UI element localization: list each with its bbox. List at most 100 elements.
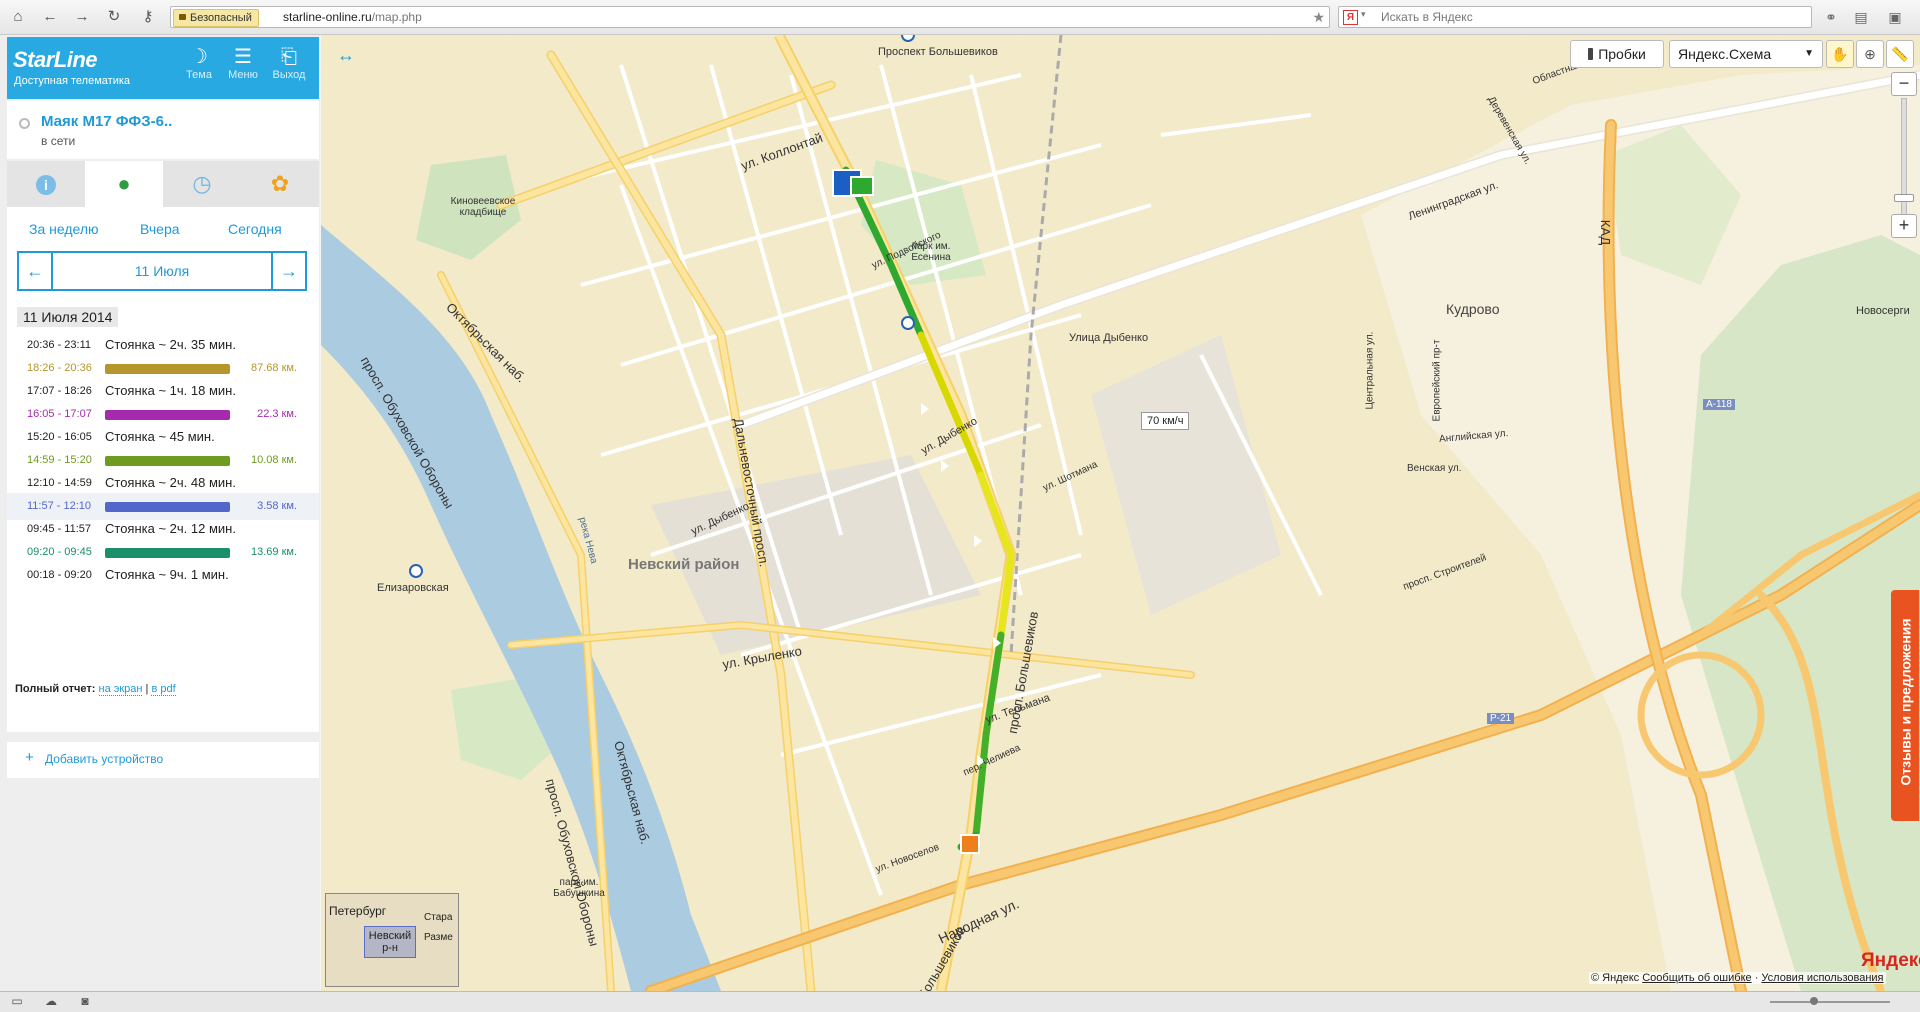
- device-tabs: i ● ◷ ✿: [7, 161, 319, 207]
- forward-icon[interactable]: →: [72, 7, 92, 27]
- minimap-razme-label: Разме: [424, 932, 453, 943]
- zoom-slider-knob[interactable]: [1810, 997, 1818, 1005]
- zoom-thumb[interactable]: [1894, 194, 1914, 202]
- device-name[interactable]: Маяк М17 ФФЗ-6..: [41, 113, 172, 130]
- panel-icon[interactable]: ▭: [10, 994, 24, 1008]
- stop-duration: Стоянка ~ 1ч. 18 мин.: [105, 383, 236, 398]
- back-icon[interactable]: ←: [40, 7, 60, 27]
- layer-select-value: Яндекс.Схема: [1678, 46, 1772, 62]
- traffic-light-icon: [1588, 48, 1594, 60]
- key-icon[interactable]: ⚷: [138, 7, 158, 27]
- copyright-text: © Яндекс: [1591, 972, 1640, 984]
- zoom-in-button[interactable]: +: [1891, 214, 1917, 238]
- tab-info[interactable]: i: [7, 161, 85, 207]
- trip-distance: 87.68 км.: [250, 362, 297, 374]
- terms-link[interactable]: Условия использования: [1761, 972, 1883, 984]
- address-bar[interactable]: Безопасный starline-online.ru/map.php ★: [170, 6, 1330, 28]
- stop-duration: Стоянка ~ 2ч. 12 мин.: [105, 521, 236, 536]
- kad-label: КАД: [1598, 219, 1614, 246]
- minimap-area-label: Невский р-н: [368, 930, 412, 954]
- hand-tool-icon[interactable]: ✋: [1826, 40, 1854, 68]
- report-label: Полный отчет:: [15, 683, 96, 695]
- trip-bar[interactable]: [105, 502, 230, 512]
- feedback-tab[interactable]: Отзывы и предложения: [1891, 590, 1919, 821]
- minimap[interactable]: Петербург Невский р-н Стара Разме: [325, 893, 459, 987]
- logo-tagline: Доступная телематика: [14, 75, 131, 87]
- speed-tooltip: 70 км/ч: [1141, 412, 1190, 430]
- traffic-button[interactable]: Пробки: [1570, 40, 1664, 68]
- period-week-link[interactable]: За неделю: [29, 221, 99, 237]
- report-screen-link[interactable]: на экран: [98, 683, 143, 696]
- p21-label: Р-21: [1487, 713, 1515, 724]
- bookmark-star-icon[interactable]: ★: [1312, 7, 1325, 27]
- menu-label: Меню: [228, 69, 258, 81]
- trip-distance: 10.08 км.: [250, 454, 297, 466]
- theme-label: Тема: [186, 69, 212, 81]
- yandex-search-box[interactable]: Я ▾ Искать в Яндекс: [1338, 6, 1812, 28]
- yandex-logo-icon[interactable]: Я: [1343, 10, 1358, 25]
- url-path: /map.php: [371, 10, 422, 24]
- current-date[interactable]: 11 Июля: [53, 253, 271, 289]
- trip-time: 14:59 - 15:20: [27, 454, 92, 466]
- trip-bar[interactable]: [105, 548, 230, 558]
- yandex-mark[interactable]: Яндекс: [1861, 950, 1920, 972]
- cloud-icon[interactable]: ☁: [44, 994, 58, 1008]
- exit-button[interactable]: ⎗ Выход: [269, 45, 309, 81]
- period-yesterday-link[interactable]: Вчера: [140, 221, 180, 237]
- expand-map-icon[interactable]: ↔: [337, 45, 355, 66]
- search-input[interactable]: Искать в Яндекс: [1381, 7, 1473, 27]
- reload-icon[interactable]: ↻: [104, 7, 124, 27]
- metro-elizarovskaya-label: Елизаровская: [377, 582, 449, 594]
- trip-bar[interactable]: [105, 410, 230, 420]
- secure-badge[interactable]: Безопасный: [173, 9, 259, 27]
- zoom-out-button[interactable]: −: [1891, 72, 1917, 96]
- history-panel: За неделю Вчера Сегодня ← 11 Июля → 11 И…: [7, 207, 319, 732]
- history-date-title: 11 Июля 2014: [17, 307, 119, 327]
- url-host: starline-online.ru: [283, 10, 372, 24]
- minimap-old-label: Стара: [424, 912, 453, 923]
- trip-time: 00:18 - 09:20: [27, 569, 92, 581]
- device-card[interactable]: Маяк М17 ФФЗ-6.. в сети: [7, 101, 319, 159]
- next-day-button[interactable]: →: [271, 253, 305, 289]
- prev-day-button[interactable]: ←: [19, 253, 53, 289]
- clock-icon: ◷: [192, 171, 212, 196]
- report-error-link[interactable]: Сообщить об ошибке: [1642, 972, 1751, 984]
- map-view[interactable]: Проспект Большевиков Улица Дыбенко Елиза…: [321, 35, 1920, 991]
- binoculars-icon[interactable]: ⚭: [1822, 8, 1840, 26]
- screenshot-icon[interactable]: ▣: [1886, 8, 1904, 26]
- location-pin-icon: ●: [117, 171, 131, 196]
- trip-distance: 3.58 км.: [257, 500, 297, 512]
- browser-statusbar: ▭ ☁ ◙: [0, 991, 1920, 1012]
- tab-settings[interactable]: ✿: [241, 161, 319, 207]
- trip-bar[interactable]: [105, 456, 230, 466]
- trip-row[interactable]: 00:18 - 09:20 Стоянка ~ 9ч. 1 мин.: [7, 562, 319, 589]
- ruler-tool-icon[interactable]: 📏: [1886, 40, 1914, 68]
- stop-duration: Стоянка ~ 45 мин.: [105, 429, 215, 444]
- magnifier-tool-icon[interactable]: ⊕: [1856, 40, 1884, 68]
- info-icon: i: [36, 175, 56, 195]
- finish-marker: [960, 834, 980, 854]
- trip-bar[interactable]: [105, 364, 230, 374]
- theme-button[interactable]: ☽ Тема: [179, 45, 219, 81]
- trip-time: 17:07 - 18:26: [27, 385, 92, 397]
- chevron-down-icon[interactable]: ▾: [1361, 9, 1366, 20]
- zoom-slider[interactable]: [1770, 997, 1890, 1005]
- page-icon[interactable]: ▤: [1852, 8, 1870, 26]
- add-device-button[interactable]: + Добавить устройство: [7, 742, 319, 778]
- home-icon[interactable]: ⌂: [8, 7, 28, 27]
- layer-select[interactable]: Яндекс.Схема ▼: [1669, 40, 1823, 68]
- a118-label: А-118: [1703, 399, 1735, 410]
- url-text[interactable]: starline-online.ru/map.php: [283, 7, 422, 27]
- report-pdf-link[interactable]: в pdf: [151, 683, 176, 696]
- tsentralnaya-label: Центральная ул.: [1364, 331, 1376, 410]
- report-separator: |: [145, 683, 149, 695]
- camera-icon[interactable]: ◙: [78, 994, 92, 1008]
- starline-logo[interactable]: StarLine: [13, 47, 98, 73]
- trip-time: 15:20 - 16:05: [27, 431, 92, 443]
- kudrovo-label: Кудрово: [1446, 301, 1500, 317]
- tab-map[interactable]: ●: [85, 161, 163, 207]
- menu-button[interactable]: ☰ Меню: [223, 45, 263, 81]
- period-today-link[interactable]: Сегодня: [228, 221, 282, 237]
- venskaya-label: Венская ул.: [1407, 463, 1462, 474]
- tab-history[interactable]: ◷: [163, 161, 241, 207]
